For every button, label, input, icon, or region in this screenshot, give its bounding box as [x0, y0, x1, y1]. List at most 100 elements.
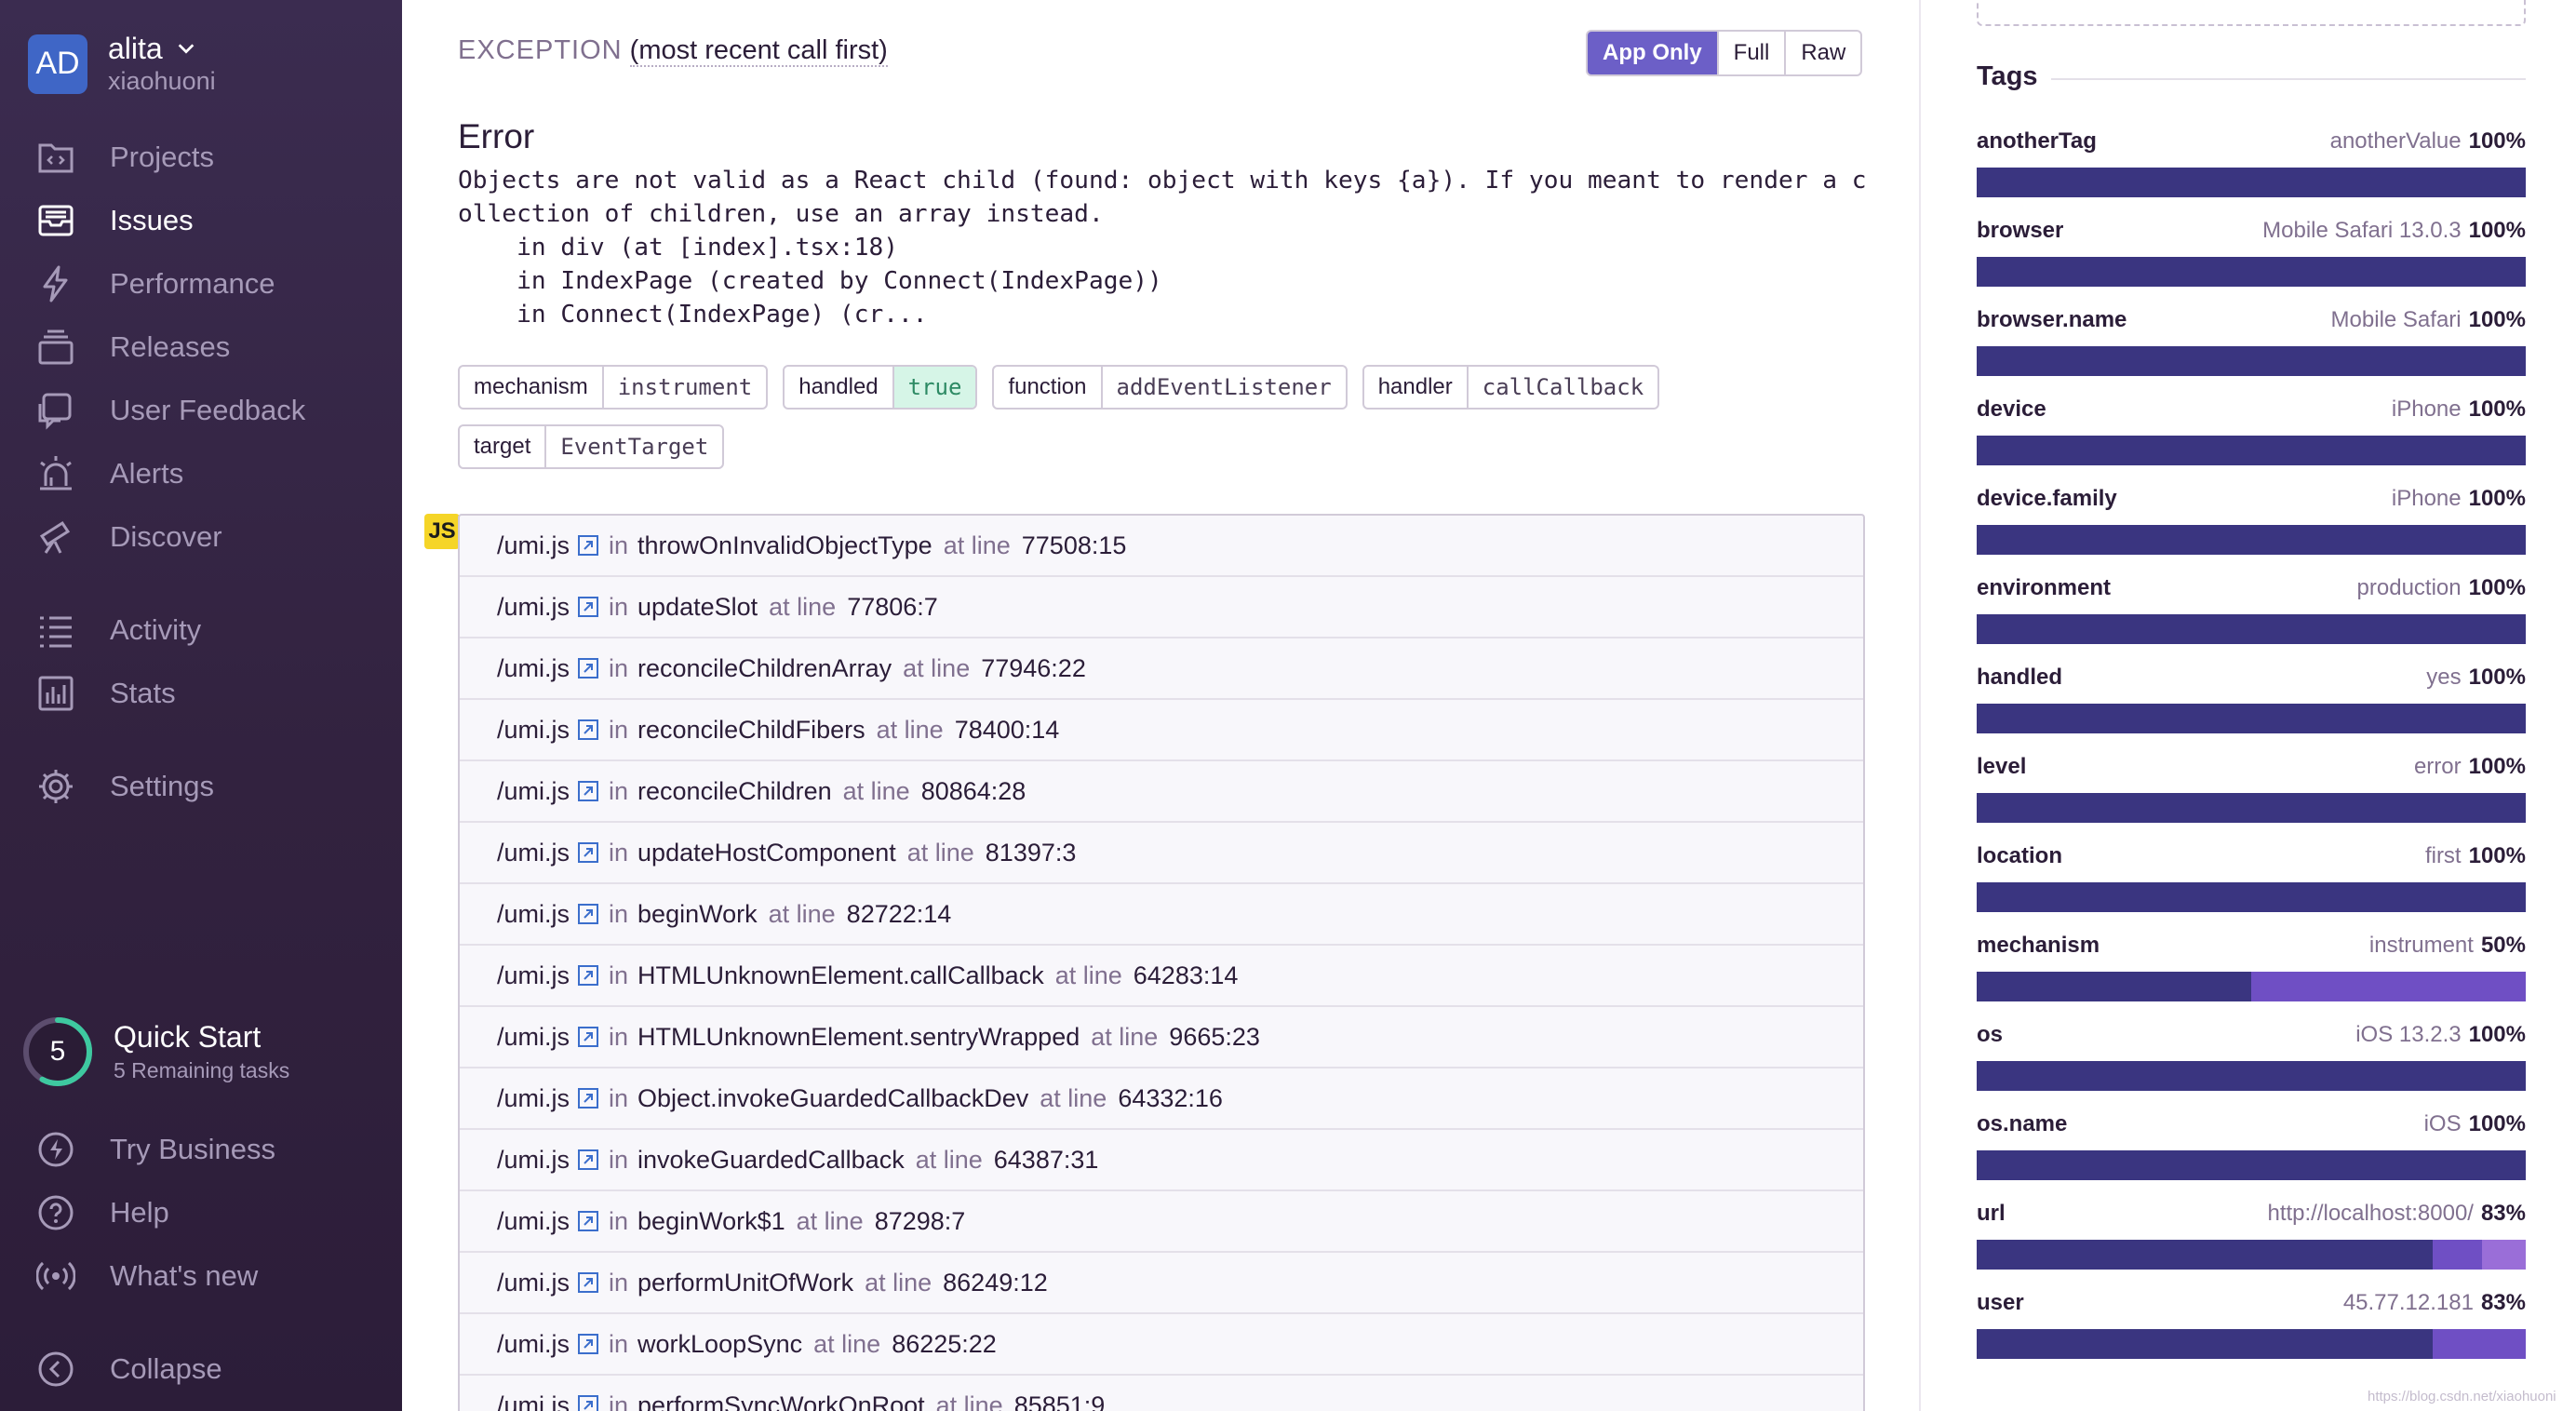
- external-link-icon[interactable]: [577, 596, 599, 618]
- tag-bar-segment[interactable]: [2251, 972, 2526, 1001]
- external-link-icon[interactable]: [577, 903, 599, 925]
- stack-frame[interactable]: /umi.js in updateSlot at line 77806:7: [460, 577, 1863, 638]
- tag-distribution-bar[interactable]: [1977, 525, 2526, 555]
- frame-at-line-label: at line: [903, 653, 971, 682]
- tag-item[interactable]: os.name iOS 100%: [1977, 1111, 2526, 1180]
- tag-bar-segment[interactable]: [1977, 1329, 2433, 1359]
- stack-frame[interactable]: /umi.js in HTMLUnknownElement.sentryWrappe…: [460, 1007, 1863, 1068]
- sidebar-item-alerts[interactable]: Alerts: [35, 449, 183, 499]
- stack-frame[interactable]: /umi.js in invokeGuardedCallback at line 643…: [460, 1130, 1863, 1191]
- tag-item[interactable]: browser.name Mobile Safari 100%: [1977, 307, 2526, 376]
- sidebar-item-activity[interactable]: Activity: [35, 605, 201, 655]
- stack-frame[interactable]: /umi.js in updateHostComponent at line 81397…: [460, 823, 1863, 884]
- tag-bar-segment[interactable]: [1977, 1150, 2526, 1180]
- stack-frame[interactable]: /umi.js in performUnitOfWork at line 86249:1…: [460, 1253, 1863, 1314]
- raw-button[interactable]: Raw: [1786, 32, 1860, 74]
- tag-distribution-bar[interactable]: [1977, 1240, 2526, 1270]
- tag-bar-segment[interactable]: [1977, 1061, 2526, 1091]
- sidebar-item-projects[interactable]: Projects: [35, 132, 214, 182]
- tag-bar-segment[interactable]: [1977, 346, 2526, 376]
- sidebar-item-performance[interactable]: Performance: [35, 259, 275, 309]
- external-link-icon[interactable]: [577, 841, 599, 864]
- tag-bar-segment[interactable]: [1977, 704, 2526, 733]
- stack-frame[interactable]: /umi.js in HTMLUnknownElement.callCallback…: [460, 946, 1863, 1007]
- tag-distribution-bar[interactable]: [1977, 793, 2526, 823]
- sidebar-item-try-business[interactable]: Try Business: [35, 1124, 275, 1175]
- tag-distribution-bar[interactable]: [1977, 1329, 2526, 1359]
- sidebar-item-stats[interactable]: Stats: [35, 668, 176, 719]
- external-link-icon[interactable]: [577, 1087, 599, 1109]
- external-link-icon[interactable]: [577, 1210, 599, 1232]
- tag-item[interactable]: location first 100%: [1977, 843, 2526, 912]
- stack-frame[interactable]: /umi.js in beginWork$1 at line 87298:7: [460, 1191, 1863, 1253]
- tag-item[interactable]: user 45.77.12.181 83%: [1977, 1290, 2526, 1359]
- tag-bar-segment[interactable]: [1977, 793, 2526, 823]
- tag-bar-segment[interactable]: [1977, 525, 2526, 555]
- chip-key: target: [460, 426, 547, 467]
- sidebar-collapse-button[interactable]: Collapse: [35, 1344, 222, 1394]
- tag-bar-segment[interactable]: [1977, 614, 2526, 644]
- tag-item[interactable]: environment production 100%: [1977, 575, 2526, 644]
- full-button[interactable]: Full: [1719, 32, 1787, 74]
- tag-distribution-bar[interactable]: [1977, 1061, 2526, 1091]
- tag-bar-segment[interactable]: [1977, 882, 2526, 912]
- sidebar-item-settings[interactable]: Settings: [35, 761, 214, 812]
- tag-bar-segment[interactable]: [1977, 436, 2526, 465]
- external-link-icon[interactable]: [577, 657, 599, 679]
- sidebar-item-releases[interactable]: Releases: [35, 322, 230, 372]
- tag-distribution-bar[interactable]: [1977, 1150, 2526, 1180]
- tag-item[interactable]: level error 100%: [1977, 754, 2526, 823]
- external-link-icon[interactable]: [577, 1394, 599, 1411]
- stack-frame[interactable]: /umi.js in throwOnInvalidObjectType at line…: [460, 516, 1863, 577]
- sidebar-item-whats-new[interactable]: What's new: [35, 1251, 258, 1301]
- tag-item[interactable]: browser Mobile Safari 13.0.3 100%: [1977, 218, 2526, 287]
- frame-function: performSyncWorkOnRoot: [637, 1391, 925, 1411]
- tag-bar-segment[interactable]: [1977, 168, 2526, 197]
- stack-frame[interactable]: /umi.js in performSyncWorkOnRoot at line 858…: [460, 1376, 1863, 1411]
- external-link-icon[interactable]: [577, 964, 599, 987]
- tag-item[interactable]: anotherTag anotherValue 100%: [1977, 128, 2526, 197]
- tag-item[interactable]: handled yes 100%: [1977, 665, 2526, 733]
- stack-frame[interactable]: /umi.js in reconcileChildrenArray at line 77…: [460, 638, 1863, 700]
- tag-bar-segment[interactable]: [2432, 1240, 2482, 1270]
- sidebar-item-discover[interactable]: Discover: [35, 512, 222, 562]
- tag-item[interactable]: mechanism instrument 50%: [1977, 933, 2526, 1001]
- external-link-icon[interactable]: [577, 1333, 599, 1355]
- tag-bar-segment[interactable]: [1977, 1240, 2433, 1270]
- search-box[interactable]: [1977, 0, 2526, 26]
- tag-distribution-bar[interactable]: [1977, 972, 2526, 1001]
- sidebar-item-user-feedback[interactable]: User Feedback: [35, 385, 305, 436]
- stack-frame[interactable]: /umi.js in reconcileChildren at line 80864:2…: [460, 761, 1863, 823]
- tag-distribution-bar[interactable]: [1977, 168, 2526, 197]
- stack-frame[interactable]: /umi.js in beginWork at line 82722:14: [460, 884, 1863, 946]
- sidebar-item-help[interactable]: Help: [35, 1188, 169, 1238]
- tag-distribution-bar[interactable]: [1977, 704, 2526, 733]
- exception-order[interactable]: (most recent call first): [629, 35, 888, 67]
- external-link-icon[interactable]: [577, 1271, 599, 1294]
- tag-bar-segment[interactable]: [2432, 1329, 2526, 1359]
- external-link-icon[interactable]: [577, 1149, 599, 1171]
- stack-frame[interactable]: /umi.js in workLoopSync at line 86225:22: [460, 1314, 1863, 1376]
- tag-item[interactable]: url http://localhost:8000/83%: [1977, 1201, 2526, 1270]
- stack-frame[interactable]: /umi.js in Object.invokeGuardedCallbackDev…: [460, 1068, 1863, 1130]
- org-switcher[interactable]: AD alita xiaohuoni: [28, 32, 216, 96]
- tag-item[interactable]: device.family iPhone 100%: [1977, 486, 2526, 555]
- tag-distribution-bar[interactable]: [1977, 614, 2526, 644]
- tag-distribution-bar[interactable]: [1977, 346, 2526, 376]
- tag-distribution-bar[interactable]: [1977, 882, 2526, 912]
- tag-item[interactable]: device iPhone 100%: [1977, 396, 2526, 465]
- stack-frame[interactable]: /umi.js in reconcileChildFibers at line 7840…: [460, 700, 1863, 761]
- tag-item[interactable]: os iOS 13.2.3 100%: [1977, 1022, 2526, 1091]
- external-link-icon[interactable]: [577, 780, 599, 802]
- tag-distribution-bar[interactable]: [1977, 257, 2526, 287]
- tag-bar-segment[interactable]: [1977, 257, 2526, 287]
- tag-bar-segment[interactable]: [1977, 972, 2251, 1001]
- tag-bar-segment[interactable]: [2481, 1240, 2526, 1270]
- app-only-button[interactable]: App Only: [1588, 32, 1719, 74]
- external-link-icon[interactable]: [577, 719, 599, 741]
- tag-distribution-bar[interactable]: [1977, 436, 2526, 465]
- sidebar-item-issues[interactable]: Issues: [35, 195, 194, 246]
- external-link-icon[interactable]: [577, 1026, 599, 1048]
- quick-start[interactable]: 5 Quick Start 5 Remaining tasks: [20, 1015, 289, 1089]
- external-link-icon[interactable]: [577, 534, 599, 557]
